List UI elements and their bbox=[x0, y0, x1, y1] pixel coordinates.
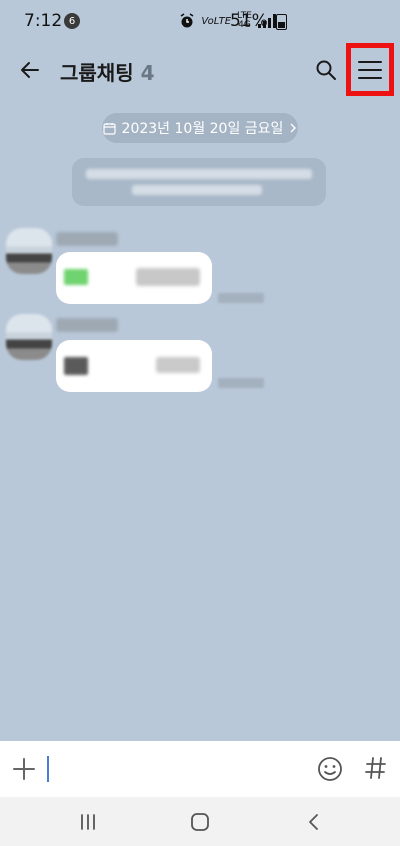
alarm-icon bbox=[180, 13, 194, 28]
system-navigation-bar bbox=[0, 797, 400, 846]
menu-button[interactable] bbox=[346, 43, 394, 96]
chat-header: 그룹채팅 4 bbox=[0, 40, 400, 100]
notification-badge: 6 bbox=[64, 13, 80, 29]
hashtag-icon bbox=[365, 757, 386, 779]
text-cursor bbox=[47, 756, 49, 782]
emoji-button[interactable] bbox=[316, 755, 344, 783]
message-input[interactable] bbox=[52, 751, 306, 789]
date-label: 2023년 10월 20일 금요일 bbox=[121, 121, 284, 137]
calendar-icon bbox=[102, 122, 116, 135]
search-button[interactable] bbox=[310, 54, 342, 86]
battery-percent: 51% bbox=[230, 11, 268, 31]
home-button[interactable] bbox=[185, 809, 215, 835]
sender-name bbox=[56, 232, 118, 246]
member-count: 4 bbox=[140, 61, 155, 85]
back-button[interactable] bbox=[12, 52, 48, 88]
recent-apps-icon bbox=[81, 814, 95, 830]
plus-icon bbox=[13, 758, 35, 780]
sender-avatar[interactable] bbox=[6, 314, 52, 360]
sender-name bbox=[56, 318, 118, 332]
status-time: 7:12 bbox=[24, 11, 63, 31]
hamburger-menu-icon bbox=[358, 60, 382, 79]
message-bubble[interactable] bbox=[56, 252, 212, 304]
chevron-left-icon bbox=[309, 814, 318, 830]
chat-title-text: 그룹채팅 bbox=[60, 61, 134, 85]
message-time bbox=[218, 293, 264, 303]
smiley-icon bbox=[318, 757, 342, 781]
chat-message-area[interactable]: 2023년 10월 20일 금요일 bbox=[0, 100, 400, 741]
battery-icon bbox=[276, 14, 287, 30]
message-input-bar bbox=[0, 741, 400, 797]
search-icon bbox=[316, 60, 336, 80]
chat-title: 그룹채팅 4 bbox=[60, 57, 155, 86]
message-time bbox=[218, 378, 264, 388]
chevron-right-icon bbox=[290, 123, 297, 133]
recent-apps-button[interactable] bbox=[73, 809, 103, 835]
system-notice bbox=[72, 158, 326, 206]
arrow-left-icon bbox=[21, 62, 39, 78]
back-nav-button[interactable] bbox=[298, 809, 328, 835]
message-bubble[interactable] bbox=[56, 340, 212, 392]
status-bar: 7:12 6 VoLTE LTE 4G 51% bbox=[0, 0, 400, 40]
home-icon bbox=[191, 813, 209, 831]
sender-avatar[interactable] bbox=[6, 228, 52, 274]
attach-button[interactable] bbox=[10, 755, 38, 783]
hashtag-button[interactable] bbox=[362, 753, 390, 783]
volte-icon: VoLTE bbox=[201, 15, 232, 27]
date-divider[interactable]: 2023년 10월 20일 금요일 bbox=[102, 113, 298, 143]
